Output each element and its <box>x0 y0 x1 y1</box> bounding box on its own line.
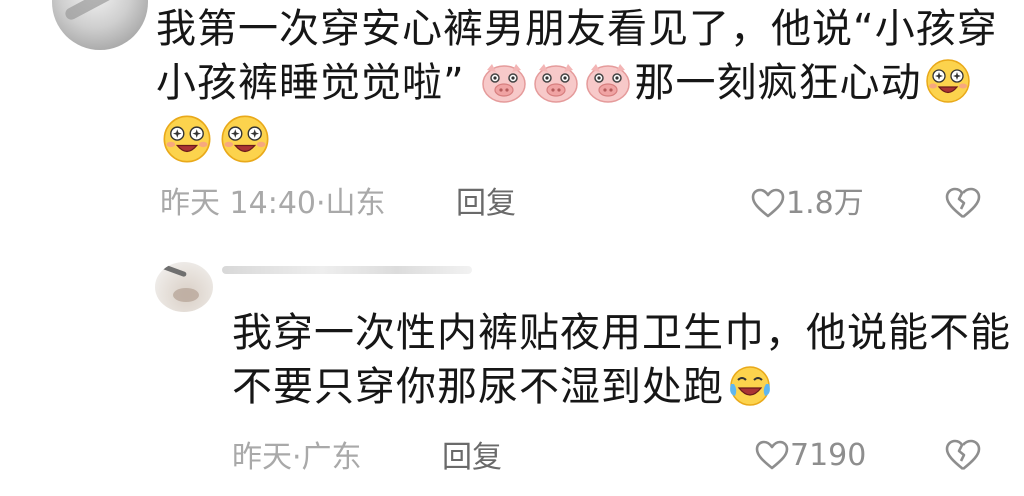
like-button[interactable]: 7190 <box>754 436 866 476</box>
comment-text-line: 小孩裤睡觉觉啦” <box>156 60 465 106</box>
starry-eyed-emoji <box>926 59 971 103</box>
emoji-line <box>158 114 274 164</box>
heart-icon <box>751 188 785 218</box>
pig-emoji <box>534 64 579 103</box>
comment-location: 山东 <box>325 186 386 221</box>
laughing-tears-emoji <box>730 366 770 406</box>
avatar[interactable] <box>155 262 213 312</box>
comment-text: 不要只穿你那尿不湿到处跑 <box>232 360 776 414</box>
username-blurred[interactable] <box>222 266 472 274</box>
comment-meta: 昨天·广东 <box>232 438 362 478</box>
starry-eyed-emoji <box>221 115 269 163</box>
meta-separator: · <box>292 440 302 475</box>
like-count: 7190 <box>790 438 867 473</box>
comment-location: 广东 <box>301 440 362 475</box>
reply-button[interactable]: 回复 <box>442 438 502 478</box>
comment-text-line: 我穿一次性内裤贴夜用卫生巾，他说能不能 <box>232 310 1011 356</box>
comment-meta: 昨天 14:40·山东 <box>160 184 386 224</box>
meta-separator: · <box>316 186 326 221</box>
comment-text-line: 那一刻疯狂心动 <box>634 60 922 106</box>
reply-button[interactable]: 回复 <box>456 184 516 224</box>
avatar[interactable] <box>52 0 148 50</box>
comment-text: 小孩裤睡觉觉啦” 那一刻疯狂心动 <box>156 56 975 110</box>
pig-emoji <box>586 64 631 103</box>
like-count: 1.8万 <box>786 186 864 221</box>
dislike-button[interactable] <box>944 438 982 472</box>
comment-text-line: 我第一次穿安心裤男朋友看见了，他说“小孩穿 <box>156 6 998 52</box>
starry-eyed-emoji <box>163 115 211 163</box>
comment-text: 我穿一次性内裤贴夜用卫生巾，他说能不能 <box>232 306 1011 360</box>
broken-heart-icon <box>945 439 981 471</box>
like-button[interactable]: 1.8万 <box>750 184 864 224</box>
broken-heart-icon <box>945 187 981 219</box>
heart-icon <box>755 440 789 470</box>
comment-text-line: 不要只穿你那尿不湿到处跑 <box>232 364 724 410</box>
pig-emoji <box>482 64 527 103</box>
comment-time: 昨天 14:40 <box>160 186 316 221</box>
dislike-button[interactable] <box>944 186 982 220</box>
comment-time: 昨天 <box>232 440 292 475</box>
comment-text: 我第一次穿安心裤男朋友看见了，他说“小孩穿 <box>156 2 998 56</box>
